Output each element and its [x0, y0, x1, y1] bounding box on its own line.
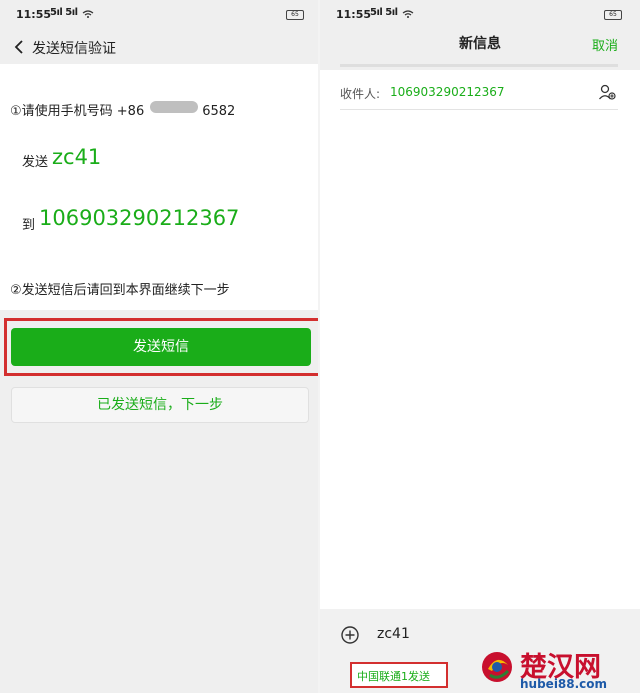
status-bar: 11:55 5ıl 5ıl 65 [0, 0, 320, 30]
nav-header: 发送短信验证 [0, 30, 320, 64]
watermark-logo-icon [482, 652, 512, 682]
add-contact-icon[interactable] [598, 83, 616, 101]
redaction-blur [150, 101, 198, 113]
sent-next-button[interactable]: 已发送短信，下一步 [11, 387, 309, 423]
cancel-button[interactable]: 取消 [592, 35, 618, 54]
target-number: 106903290212367 [39, 206, 240, 230]
signal-icon: 5ıl 5ıl [50, 7, 78, 18]
signal-icon: 5ıl 5ıl [370, 7, 398, 18]
attach-plus-icon[interactable] [341, 626, 359, 644]
recipient-label: 收件人: [340, 87, 381, 101]
battery-icon: 65 [604, 10, 622, 20]
battery-icon: 65 [286, 10, 304, 20]
send-via-sim-box[interactable]: 中国联通1发送 [350, 662, 448, 688]
page-title: 发送短信验证 [32, 41, 116, 57]
watermark: 楚汉网 hubei88.com [480, 643, 640, 693]
status-bar: 11:55 5ıl 5ıl 65 [320, 0, 640, 30]
status-time: 11:55 [336, 8, 372, 21]
send-sms-button[interactable]: 发送短信 [11, 328, 311, 366]
back-arrow-icon[interactable] [12, 38, 26, 56]
to-label: 到 [22, 218, 36, 233]
recipient-input[interactable]: 106903290212367 [390, 85, 505, 99]
message-input[interactable]: zc41 [377, 626, 410, 642]
watermark-domain: hubei88.com [520, 677, 608, 691]
step-1-text: ①请使用手机号码 +86 6582 [10, 104, 236, 119]
header-divider [340, 64, 618, 67]
sms-code: zc41 [52, 145, 102, 169]
status-time: 11:55 [16, 8, 52, 21]
send-label: 发送 [22, 155, 49, 170]
step-2-text: ②发送短信后请回到本界面继续下一步 [10, 283, 230, 298]
wifi-icon [402, 10, 414, 18]
right-screen: 11:55 5ıl 5ıl 65 新信息 取消 收件人: 10690329021… [320, 0, 640, 693]
wifi-icon [82, 10, 94, 18]
send-via-sim-button[interactable]: 中国联通1发送 [357, 668, 430, 684]
recipient-row[interactable]: 收件人: 106903290212367 [340, 76, 618, 110]
left-screen: 11:55 5ıl 5ıl 65 发送短信验证 ①请使用手机号码 +86 6582… [0, 0, 320, 693]
